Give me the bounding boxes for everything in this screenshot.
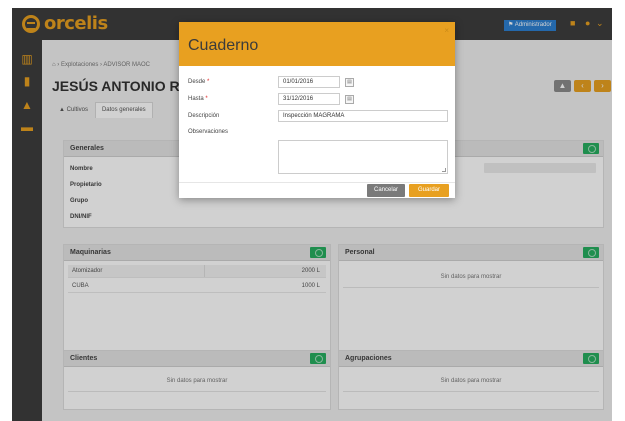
calendar-icon[interactable]: ▤ (345, 78, 354, 87)
cancel-button[interactable]: Cancelar (367, 184, 405, 197)
dialog-title: Cuaderno (188, 37, 259, 54)
hasta-label: Hasta * (188, 96, 208, 102)
hasta-date-input[interactable]: 31/12/2016 (278, 93, 340, 105)
save-button[interactable]: Guardar (409, 184, 449, 197)
app-window: orcelis ⚑ Administrador ■ ● ⌄ ▥ ▮ ▲ ▬ ⌂ … (12, 8, 612, 421)
cuaderno-dialog: Cuaderno × Desde * 01/01/2016 ▤ Hasta * … (179, 22, 455, 198)
resize-handle-icon[interactable] (442, 168, 446, 172)
calendar-icon[interactable]: ▤ (345, 95, 354, 104)
observaciones-textarea[interactable] (278, 140, 448, 174)
close-icon[interactable]: × (444, 26, 449, 35)
observaciones-label: Observaciones (188, 129, 229, 135)
descripcion-label: Descripción (188, 113, 220, 119)
dialog-header: Cuaderno × (179, 22, 455, 66)
descripcion-input[interactable]: Inspección MAGRAMA (278, 110, 448, 122)
desde-label: Desde * (188, 79, 210, 85)
dialog-divider (179, 182, 455, 183)
desde-date-input[interactable]: 01/01/2016 (278, 76, 340, 88)
